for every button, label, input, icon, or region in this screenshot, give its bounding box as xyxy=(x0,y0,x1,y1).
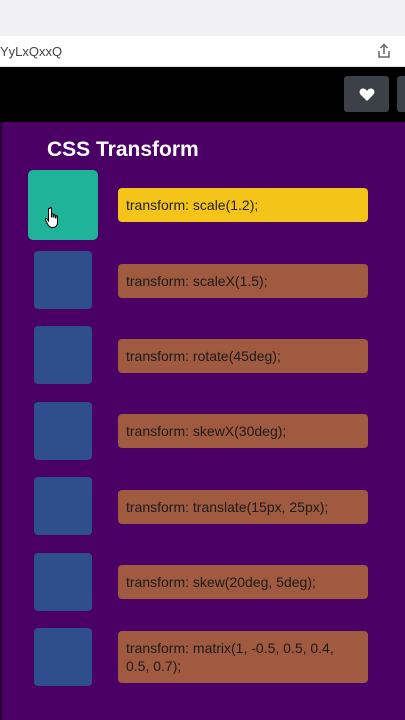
address-bar[interactable]: YyLxQxxQ xyxy=(0,36,405,67)
transform-label-skew: transform: skew(20deg, 5deg); xyxy=(118,565,368,599)
share-icon[interactable] xyxy=(375,42,393,60)
heart-icon xyxy=(359,88,374,101)
transform-box-scalex[interactable] xyxy=(34,251,92,309)
like-button[interactable] xyxy=(344,76,389,112)
transform-label-skewx: transform: skewX(30deg); xyxy=(118,414,368,448)
transform-box-scale[interactable] xyxy=(28,170,98,240)
transform-box-matrix[interactable] xyxy=(34,628,92,686)
hand-cursor-icon xyxy=(44,206,58,228)
browser-top-strip xyxy=(0,0,405,36)
page-title: CSS Transform xyxy=(47,138,199,161)
site-header xyxy=(0,67,405,122)
transform-box-skewx[interactable] xyxy=(34,402,92,460)
transform-label-scale: transform: scale(1.2); xyxy=(118,188,368,222)
url-text[interactable]: YyLxQxxQ xyxy=(0,44,62,59)
transform-box-translate[interactable] xyxy=(34,477,92,535)
transform-box-skew[interactable] xyxy=(34,553,92,611)
transform-label-scalex: transform: scaleX(1.5); xyxy=(118,264,368,298)
header-button-partial[interactable] xyxy=(397,76,405,112)
transform-box-rotate[interactable] xyxy=(34,326,92,384)
transform-label-rotate: transform: rotate(45deg); xyxy=(118,339,368,373)
transform-label-matrix: transform: matrix(1, -0.5, 0.5, 0.4, 0.5… xyxy=(118,631,368,683)
transform-label-translate: transform: translate(15px, 25px); xyxy=(118,490,368,524)
